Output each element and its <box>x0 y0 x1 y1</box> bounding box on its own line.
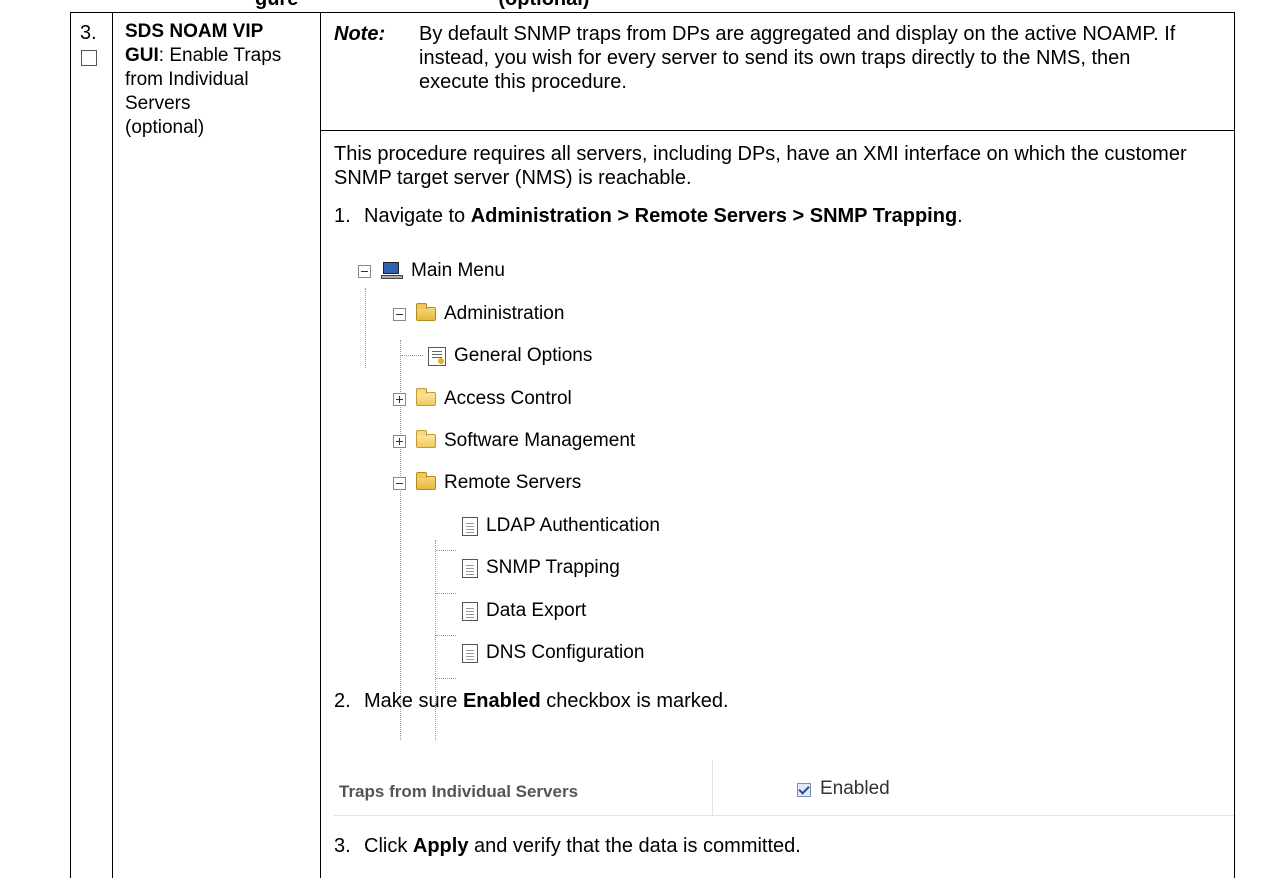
tree-item-data-export[interactable]: Data Export <box>462 600 586 622</box>
folder-open-icon <box>416 472 436 490</box>
step-checkbox[interactable] <box>81 50 97 66</box>
tree-connector <box>436 550 456 551</box>
page-icon <box>462 601 478 621</box>
step-number: 3. <box>80 22 97 44</box>
tree-connector <box>401 355 423 356</box>
options-page-icon <box>428 346 446 366</box>
instruction-1: 1. Navigate to Administration > Remote Se… <box>334 205 963 227</box>
col-divider-2 <box>320 12 321 878</box>
page-icon <box>462 516 478 536</box>
enabled-checkbox-label: Enabled <box>820 778 890 799</box>
requirement-paragraph: This procedure requires all servers, inc… <box>334 143 1187 189</box>
tree-connector <box>436 635 456 636</box>
tree-item-dns-configuration[interactable]: DNS Configuration <box>462 642 644 664</box>
instruction-3: 3. Click Apply and verify that the data i… <box>334 835 801 857</box>
folder-icon <box>416 430 436 448</box>
folder-icon <box>416 388 436 406</box>
expand-icon[interactable] <box>393 392 406 406</box>
table-right-border <box>1234 12 1235 878</box>
page-icon <box>462 558 478 578</box>
step-optional: (optional) <box>125 117 205 138</box>
enabled-checkbox[interactable] <box>797 783 811 797</box>
folder-open-icon <box>416 303 436 321</box>
col-divider-1 <box>112 12 113 878</box>
tree-item-general-options[interactable]: General Options <box>428 345 592 367</box>
tree-connector <box>436 678 456 679</box>
tree-item-ldap-authentication[interactable]: LDAP Authentication <box>462 515 660 537</box>
tree-item-remote-servers[interactable]: Remote Servers <box>393 472 581 494</box>
note-text: By default SNMP traps from DPs are aggre… <box>419 23 1176 93</box>
collapse-icon[interactable] <box>358 264 371 278</box>
page-icon <box>462 643 478 663</box>
collapse-icon[interactable] <box>393 307 406 321</box>
traps-field-label: Traps from Individual Servers <box>339 782 579 801</box>
note-separator <box>320 130 1234 131</box>
tree-item-main-menu[interactable]: Main Menu <box>358 260 505 282</box>
computer-icon <box>381 262 403 280</box>
tree-connector <box>436 593 456 594</box>
step-title: SDS NOAM VIP GUI: Enable Traps from Indi… <box>125 20 285 116</box>
table-top-border <box>70 12 1235 13</box>
menu-path: Administration > Remote Servers > SNMP T… <box>470 205 958 227</box>
tree-item-snmp-trapping[interactable]: SNMP Trapping <box>462 557 620 579</box>
collapse-icon[interactable] <box>393 476 406 490</box>
form-separator <box>334 815 1234 816</box>
form-divider <box>712 760 713 815</box>
tree-item-access-control[interactable]: Access Control <box>393 388 572 410</box>
tree-item-administration[interactable]: Administration <box>393 303 564 325</box>
table-left-border <box>70 12 71 878</box>
tree-connector <box>365 288 366 368</box>
instruction-2: 2. Make sure Enabled checkbox is marked. <box>334 690 729 712</box>
tree-item-software-management[interactable]: Software Management <box>393 430 635 452</box>
header-fragment: gure (optional) <box>255 0 589 11</box>
note-label: Note: <box>334 23 386 45</box>
expand-icon[interactable] <box>393 434 406 448</box>
